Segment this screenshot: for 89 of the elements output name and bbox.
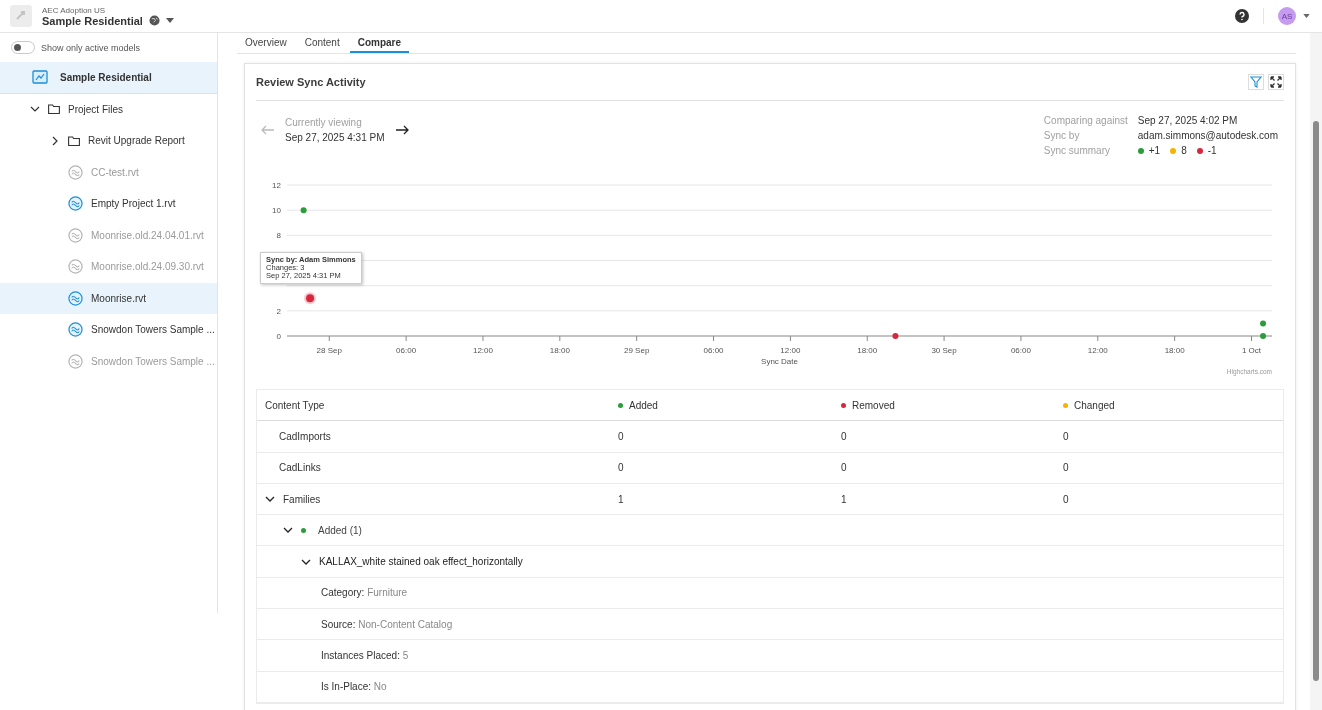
scrollbar-thumb[interactable] — [1313, 121, 1319, 681]
x-tick-label: 29 Sep — [624, 346, 650, 355]
chevron-right-icon[interactable] — [50, 135, 60, 146]
data-point[interactable] — [1260, 333, 1267, 339]
column-header: Changed — [1074, 399, 1115, 411]
x-tick-label: 12:00 — [780, 346, 801, 355]
data-point[interactable] — [300, 207, 307, 214]
tab[interactable]: Overview — [237, 33, 295, 53]
y-tick-label: 2 — [276, 306, 281, 316]
data-point[interactable] — [892, 333, 899, 339]
folder-icon — [68, 135, 80, 146]
tab[interactable]: Content — [296, 33, 348, 53]
y-tick-label: 0 — [276, 332, 281, 341]
x-tick-label: 06:00 — [703, 346, 724, 355]
row-label: CadImports — [279, 430, 331, 442]
x-tick-label: 12:00 — [1087, 346, 1108, 355]
table-cell-text: 0 — [840, 462, 848, 474]
tree-item[interactable]: Sample Residential — [0, 62, 217, 94]
viewing-date: Sep 27, 2025 4:31 PM — [285, 132, 385, 143]
table-cell-text: 0 — [617, 430, 625, 442]
x-tick-label: 18:00 — [1164, 346, 1185, 355]
tab[interactable]: Compare — [349, 33, 410, 53]
table-cell-text: 1 — [840, 493, 848, 505]
row-label: Families — [283, 493, 321, 505]
detail-label: Sync summary — [1043, 145, 1111, 156]
data-point[interactable] — [304, 292, 317, 305]
y-tick-label: 10 — [272, 206, 281, 216]
y-tick-label: 8 — [276, 231, 281, 241]
help-button[interactable] — [1235, 9, 1249, 23]
group-label: Added (1) — [318, 524, 362, 536]
model-icon — [68, 259, 83, 275]
property-text: Source: Non-Content Catalog — [320, 618, 453, 630]
tree-item[interactable]: Project Files — [0, 93, 217, 125]
next-arrow-icon[interactable] — [394, 125, 409, 135]
x-tick-label: 28 Sep — [316, 346, 342, 355]
model-icon — [68, 196, 83, 212]
table-cell-text: 1 — [617, 493, 625, 505]
project-icon — [32, 70, 48, 85]
table-cell-text: 0 — [1062, 430, 1070, 442]
x-tick-label: 12:00 — [472, 346, 493, 355]
family-name: KALLAX_white stained oak effect_horizontally — [319, 556, 523, 568]
y-tick-label: 12 — [272, 181, 281, 190]
toggle-label: Show only active models — [41, 42, 141, 53]
model-icon — [68, 353, 83, 369]
tree-item[interactable]: Revit Upgrade Report — [0, 125, 217, 157]
folder-icon — [48, 104, 60, 115]
model-icon — [68, 164, 83, 180]
caret-icon[interactable] — [165, 18, 174, 23]
table-cell-text: 0 — [617, 462, 625, 474]
x-tick-label: 1 Oct — [1241, 346, 1262, 355]
property-text: Instances Placed: 5 — [320, 650, 409, 661]
tree-item[interactable]: Empty Project 1.rvt — [0, 188, 217, 220]
model-icon — [68, 227, 83, 243]
viewing-label: Currently viewing — [285, 117, 363, 128]
tree-item[interactable]: Moonrise.rvt — [0, 282, 217, 314]
table-cell-text: 0 — [1062, 462, 1070, 474]
row-label: CadLinks — [279, 462, 321, 474]
summary-count: 8 — [1181, 145, 1187, 156]
x-tick-label: 06:00 — [1010, 346, 1031, 355]
x-tick-label: 30 Sep — [931, 346, 957, 355]
detail-label: Sync by — [1043, 130, 1081, 141]
account-name: AEC Adoption US — [42, 5, 107, 15]
model-icon — [68, 290, 83, 306]
model-icon — [68, 322, 83, 338]
x-axis-title: Sync Date — [761, 357, 798, 366]
toggle-switch[interactable] — [11, 41, 35, 54]
detail-value: adam.simmons@autodesk.com — [1137, 130, 1278, 141]
property-text: Category: Furniture — [320, 587, 408, 599]
globe-icon — [148, 15, 160, 26]
fullscreen-button[interactable] — [1268, 74, 1284, 90]
column-header: Content Type — [265, 399, 325, 411]
column-header: Removed — [852, 399, 895, 411]
data-point[interactable] — [1260, 320, 1267, 327]
card-title: Review Sync Activity — [256, 76, 367, 88]
column-header: Added — [629, 399, 658, 411]
property-text: Is In-Place: No — [320, 681, 387, 693]
summary-count: +1 — [1148, 145, 1161, 156]
tree-item[interactable]: Snowdon Towers Sample ... — [0, 314, 217, 346]
detail-label: Comparing against — [1043, 115, 1128, 126]
detail-value: Sep 27, 2025 4:02 PM — [1137, 115, 1239, 126]
caret-icon[interactable] — [1303, 14, 1310, 18]
user-avatar[interactable]: AS — [1278, 7, 1296, 25]
table-cell-text: 0 — [840, 430, 848, 442]
summary-count: -1 — [1207, 145, 1217, 156]
x-tick-label: 06:00 — [396, 346, 417, 355]
x-tick-label: 18:00 — [549, 346, 570, 355]
project-selector[interactable]: Sample Residential — [42, 14, 143, 27]
table-cell-text: 0 — [1062, 493, 1070, 505]
x-tick-label: 18:00 — [857, 346, 878, 355]
